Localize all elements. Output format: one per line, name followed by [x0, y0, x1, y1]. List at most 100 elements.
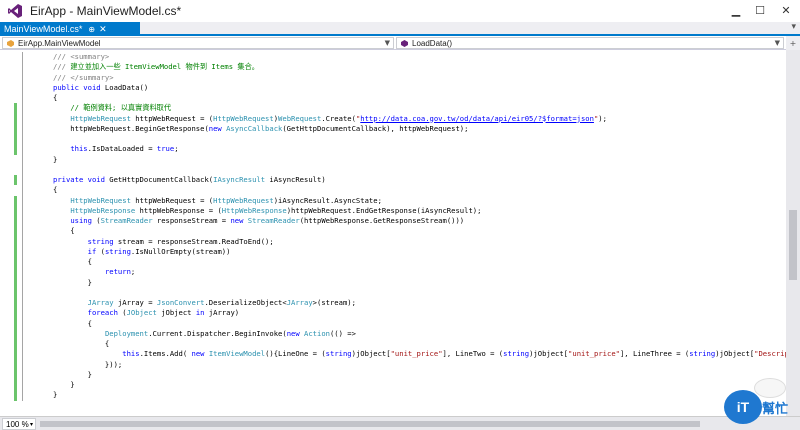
minimize-button[interactable]: ▁: [724, 0, 748, 20]
code-line[interactable]: /// </summary>: [53, 73, 114, 83]
code-line[interactable]: {: [53, 339, 109, 349]
code-token: this: [122, 349, 140, 359]
code-line[interactable]: // 範例資料; 以真實資料取代: [53, 103, 171, 113]
code-token: void: [83, 82, 101, 92]
code-line[interactable]: }: [53, 370, 92, 380]
code-line[interactable]: this.IsDataLoaded = true;: [53, 144, 178, 154]
code-token: httpWebRequest = (: [130, 195, 214, 205]
code-line[interactable]: {: [53, 226, 74, 236]
code-token: jArray): [204, 308, 240, 318]
code-token: {: [53, 257, 92, 266]
code-token: ], LineTwo = (: [442, 349, 504, 359]
code-line[interactable]: JArray jArray = JsonConvert.DeserializeO…: [53, 298, 356, 308]
code-line[interactable]: HttpWebRequest httpWebRequest = (HttpWeb…: [53, 196, 382, 206]
code-token: Action: [304, 328, 330, 338]
code-line[interactable]: return;: [53, 267, 135, 277]
code-token: JObject: [126, 308, 157, 318]
code-token: private: [53, 175, 84, 184]
vertical-scroll-thumb[interactable]: [789, 210, 797, 280]
code-line[interactable]: this.Items.Add( new ItemViewModel(){Line…: [53, 349, 786, 359]
code-line[interactable]: {: [53, 93, 57, 103]
code-token: void: [87, 175, 105, 184]
code-line[interactable]: HttpWebRequest httpWebRequest = (HttpWeb…: [53, 114, 607, 124]
code-line[interactable]: string stream = responseStream.ReadToEnd…: [53, 237, 274, 247]
code-token: }));: [53, 359, 123, 369]
code-token: HttpWebResponse: [70, 205, 136, 215]
code-line[interactable]: /// 建立並加入一些 ItemViewModel 物件到 Items 集合。: [53, 62, 259, 72]
maximize-button[interactable]: ☐: [748, 0, 772, 20]
zoom-dropdown[interactable]: 100 % ▾: [2, 418, 36, 430]
window-title: EirApp - MainViewModel.cs*: [30, 4, 182, 18]
ithome-badge: iT: [724, 390, 762, 424]
code-token: (: [91, 216, 101, 225]
code-line[interactable]: {: [53, 185, 57, 195]
code-token: if: [87, 246, 97, 256]
code-token: "Description": [754, 349, 786, 359]
code-token: }: [53, 154, 58, 164]
tab-overflow-dropdown-icon[interactable]: ▾: [791, 22, 796, 32]
code-line[interactable]: public void LoadData(): [53, 83, 148, 93]
code-line[interactable]: {: [53, 319, 92, 329]
code-token: public: [53, 82, 79, 92]
zoom-value: 100 %: [6, 419, 29, 429]
code-line[interactable]: }: [53, 155, 57, 165]
member-dropdown[interactable]: LoadData() ▼: [396, 37, 784, 49]
code-token: foreach: [87, 308, 118, 318]
code-token: {: [53, 185, 58, 195]
code-line[interactable]: private void GetHttpDocumentCallback(IAs…: [53, 175, 326, 185]
tab-mainviewmodel[interactable]: MainViewModel.cs* ⊕ ✕: [0, 22, 140, 36]
pin-icon[interactable]: ⊕: [88, 25, 95, 34]
code-token: (){LineOne = (: [265, 349, 326, 359]
navigation-bar: EirApp.MainViewModel ▼ LoadData() ▼: [0, 36, 800, 50]
code-line[interactable]: }: [53, 390, 57, 400]
code-token: return: [104, 267, 131, 277]
code-editor[interactable]: /// <summary>/// 建立並加入一些 ItemViewModel 物…: [0, 50, 786, 416]
code-token: ItemViewModel: [208, 349, 266, 359]
change-indicator: [14, 195, 17, 401]
code-line[interactable]: using (StreamReader responseStream = new…: [53, 216, 464, 226]
code-token: httpWebResponse = (: [135, 205, 222, 215]
close-tab-icon[interactable]: ✕: [99, 24, 107, 35]
code-line[interactable]: httpWebRequest.BeginGetResponse(new Asyn…: [53, 124, 468, 134]
code-token: string: [689, 349, 716, 359]
code-token: iAsyncResult): [265, 175, 326, 184]
change-indicator: [14, 103, 17, 155]
code-token: (httpWebResponse.GetResponseStream())): [299, 216, 465, 225]
code-line[interactable]: Deployment.Current.Dispatcher.BeginInvok…: [53, 329, 356, 339]
code-token: LoadData(): [100, 82, 149, 92]
code-token: <summary>: [70, 52, 110, 61]
code-token: )jObject[: [529, 349, 569, 359]
code-line[interactable]: }: [53, 278, 92, 288]
horizontal-scroll-thumb[interactable]: [40, 421, 700, 427]
code-line[interactable]: }: [53, 380, 75, 390]
split-editor-button[interactable]: +: [786, 36, 800, 50]
code-line[interactable]: HttpWebResponse httpWebResponse = (HttpW…: [53, 206, 481, 216]
code-token: ///: [53, 62, 71, 72]
code-line[interactable]: {: [53, 257, 92, 267]
vertical-scrollbar[interactable]: [786, 50, 800, 416]
code-line[interactable]: }));: [53, 360, 122, 370]
code-token: string: [104, 246, 131, 256]
change-indicator: [14, 175, 17, 186]
code-token: "unit_price": [568, 349, 620, 359]
code-token: .IsNullOrEmpty(stream)): [130, 246, 231, 256]
code-token: HttpWebRequest: [70, 195, 131, 205]
close-window-button[interactable]: ✕: [774, 0, 798, 20]
code-line[interactable]: /// <summary>: [53, 52, 109, 62]
code-token: {: [53, 318, 92, 328]
code-token: }: [53, 380, 75, 389]
code-line[interactable]: if (string.IsNullOrEmpty(stream)): [53, 246, 231, 257]
code-token: HttpWebRequest: [213, 113, 274, 123]
code-token: http://data.coa.gov.tw/od/data/api/eir05…: [360, 113, 594, 123]
code-token: IAsyncResult: [213, 175, 266, 184]
type-dropdown[interactable]: EirApp.MainViewModel ▼: [2, 37, 394, 49]
code-token: jArray =: [113, 298, 157, 307]
horizontal-scrollbar[interactable]: [40, 419, 730, 429]
code-line[interactable]: foreach (JObject jObject in jArray): [53, 308, 239, 318]
